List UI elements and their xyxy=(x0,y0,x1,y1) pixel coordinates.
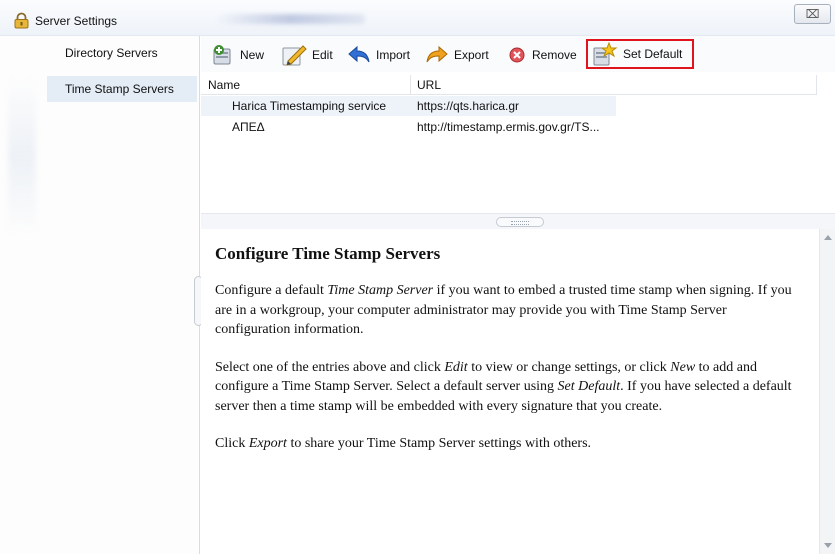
import-label: Import xyxy=(376,48,411,62)
close-button[interactable]: ⌧ xyxy=(794,4,831,24)
server-url-cell: https://qts.harica.gr xyxy=(417,99,520,113)
help-scrollbar[interactable] xyxy=(819,229,835,554)
time-stamp-server-table: Name URL Harica Timestamping service htt… xyxy=(201,75,835,213)
toolbar: New Edit Import Export Remove Set Defaul… xyxy=(201,36,835,72)
scroll-up-arrow-icon[interactable] xyxy=(824,235,832,240)
blurred-title-region xyxy=(215,14,365,24)
table-row[interactable]: Harica Timestamping service https://qts.… xyxy=(201,96,817,116)
help-pane: Configure Time Stamp Servers Configure a… xyxy=(201,229,819,554)
column-header-name[interactable]: Name xyxy=(201,75,411,95)
server-name-cell: Harica Timestamping service xyxy=(232,99,387,113)
sidebar: Directory Servers Time Stamp Servers xyxy=(0,36,200,554)
column-header-url[interactable]: URL xyxy=(411,75,817,95)
title-bar: Server Settings ⌧ xyxy=(0,0,835,36)
remove-label: Remove xyxy=(532,48,577,62)
import-button[interactable]: Import xyxy=(347,43,410,67)
remove-button[interactable]: Remove xyxy=(507,43,577,67)
window-title: Server Settings xyxy=(35,14,118,28)
edit-label: Edit xyxy=(312,48,333,62)
edit-button[interactable]: Edit xyxy=(281,43,333,67)
sidebar-item-directory-servers[interactable]: Directory Servers xyxy=(47,40,197,66)
remove-icon xyxy=(509,47,525,63)
export-button[interactable]: Export xyxy=(425,43,489,67)
export-arrow-icon xyxy=(426,45,448,63)
new-label: New xyxy=(240,48,265,62)
set-default-star-icon xyxy=(593,42,618,66)
new-server-icon xyxy=(213,45,231,65)
blurred-sidebar-region xyxy=(8,76,36,236)
server-name-cell: ΑΠΕΔ xyxy=(232,120,265,134)
pane-splitter[interactable] xyxy=(201,213,835,229)
help-heading: Configure Time Stamp Servers xyxy=(215,244,441,263)
help-paragraph-2: Select one of the entries above and clic… xyxy=(215,359,792,414)
sidebar-item-label: Directory Servers xyxy=(65,46,158,60)
close-icon: ⌧ xyxy=(805,7,820,21)
set-default-label: Set Default xyxy=(623,47,683,61)
set-default-button[interactable]: Set Default xyxy=(586,39,695,69)
export-label: Export xyxy=(454,48,489,62)
help-paragraph-3: Click Export to share your Time Stamp Se… xyxy=(215,436,592,451)
scroll-down-arrow-icon[interactable] xyxy=(824,543,832,548)
help-paragraph-1: Configure a default Time Stamp Server if… xyxy=(215,283,792,337)
sidebar-item-label: Time Stamp Servers xyxy=(65,82,174,96)
server-url-cell: http://timestamp.ermis.gov.gr/TS... xyxy=(417,120,600,134)
new-button[interactable]: New xyxy=(211,43,264,67)
splitter-grip-icon[interactable] xyxy=(496,217,544,227)
lock-icon xyxy=(14,12,29,29)
edit-pencil-icon xyxy=(282,45,307,66)
sidebar-item-time-stamp-servers[interactable]: Time Stamp Servers xyxy=(47,76,197,102)
table-row[interactable]: ΑΠΕΔ http://timestamp.ermis.gov.gr/TS... xyxy=(201,117,817,137)
import-arrow-icon xyxy=(348,45,370,63)
